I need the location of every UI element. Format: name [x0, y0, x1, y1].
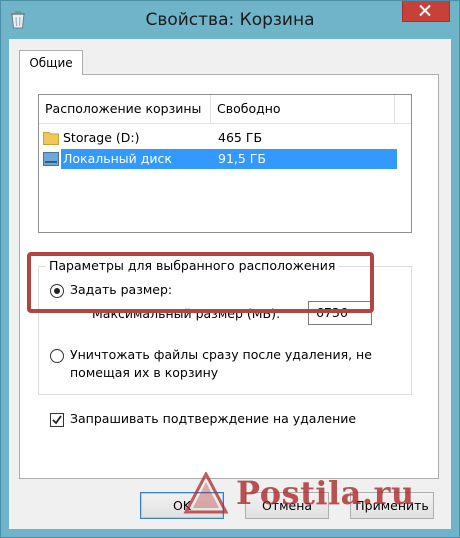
location-list[interactable]: Расположение корзины Свободно Storage (D… [38, 94, 412, 233]
title-bar[interactable]: Свойства: Корзина [1, 1, 459, 39]
postila-logo-icon [183, 470, 229, 514]
list-header: Расположение корзины Свободно [39, 95, 411, 124]
delete-immediately-label[interactable]: Уничтожать файлы сразу после удаления, н… [70, 347, 372, 362]
folder-icon [43, 130, 59, 145]
delete-immediately-radio[interactable] [50, 349, 64, 363]
location-name: Storage (D:) [63, 130, 140, 145]
column-header-location[interactable]: Расположение корзины [39, 95, 211, 123]
free-space: 465 ГБ [218, 130, 263, 145]
delete-immediately-label-2[interactable]: помещая их в корзину [70, 365, 218, 380]
list-item[interactable]: Storage (D:) 465 ГБ [39, 128, 397, 148]
column-header-free[interactable]: Свободно [211, 95, 395, 123]
list-item-selected[interactable]: Локальный диск (C:) 91,5 ГБ [39, 149, 397, 186]
free-space: 91,5 ГБ [195, 149, 397, 169]
close-button[interactable] [402, 1, 450, 22]
watermark: Postila.ru [236, 474, 415, 512]
highlight-frame [27, 252, 374, 313]
tab-general[interactable]: Общие [19, 50, 83, 75]
confirm-delete-label[interactable]: Запрашивать подтверждение на удаление [70, 411, 356, 426]
checkmark-icon [52, 415, 62, 425]
drive-icon [43, 151, 59, 166]
window-title: Свойства: Корзина [145, 10, 315, 30]
confirm-delete-checkbox[interactable] [50, 413, 64, 427]
close-icon [419, 5, 431, 16]
column-header-spacer [395, 95, 411, 123]
location-name: Локальный диск (C:) [61, 149, 197, 186]
